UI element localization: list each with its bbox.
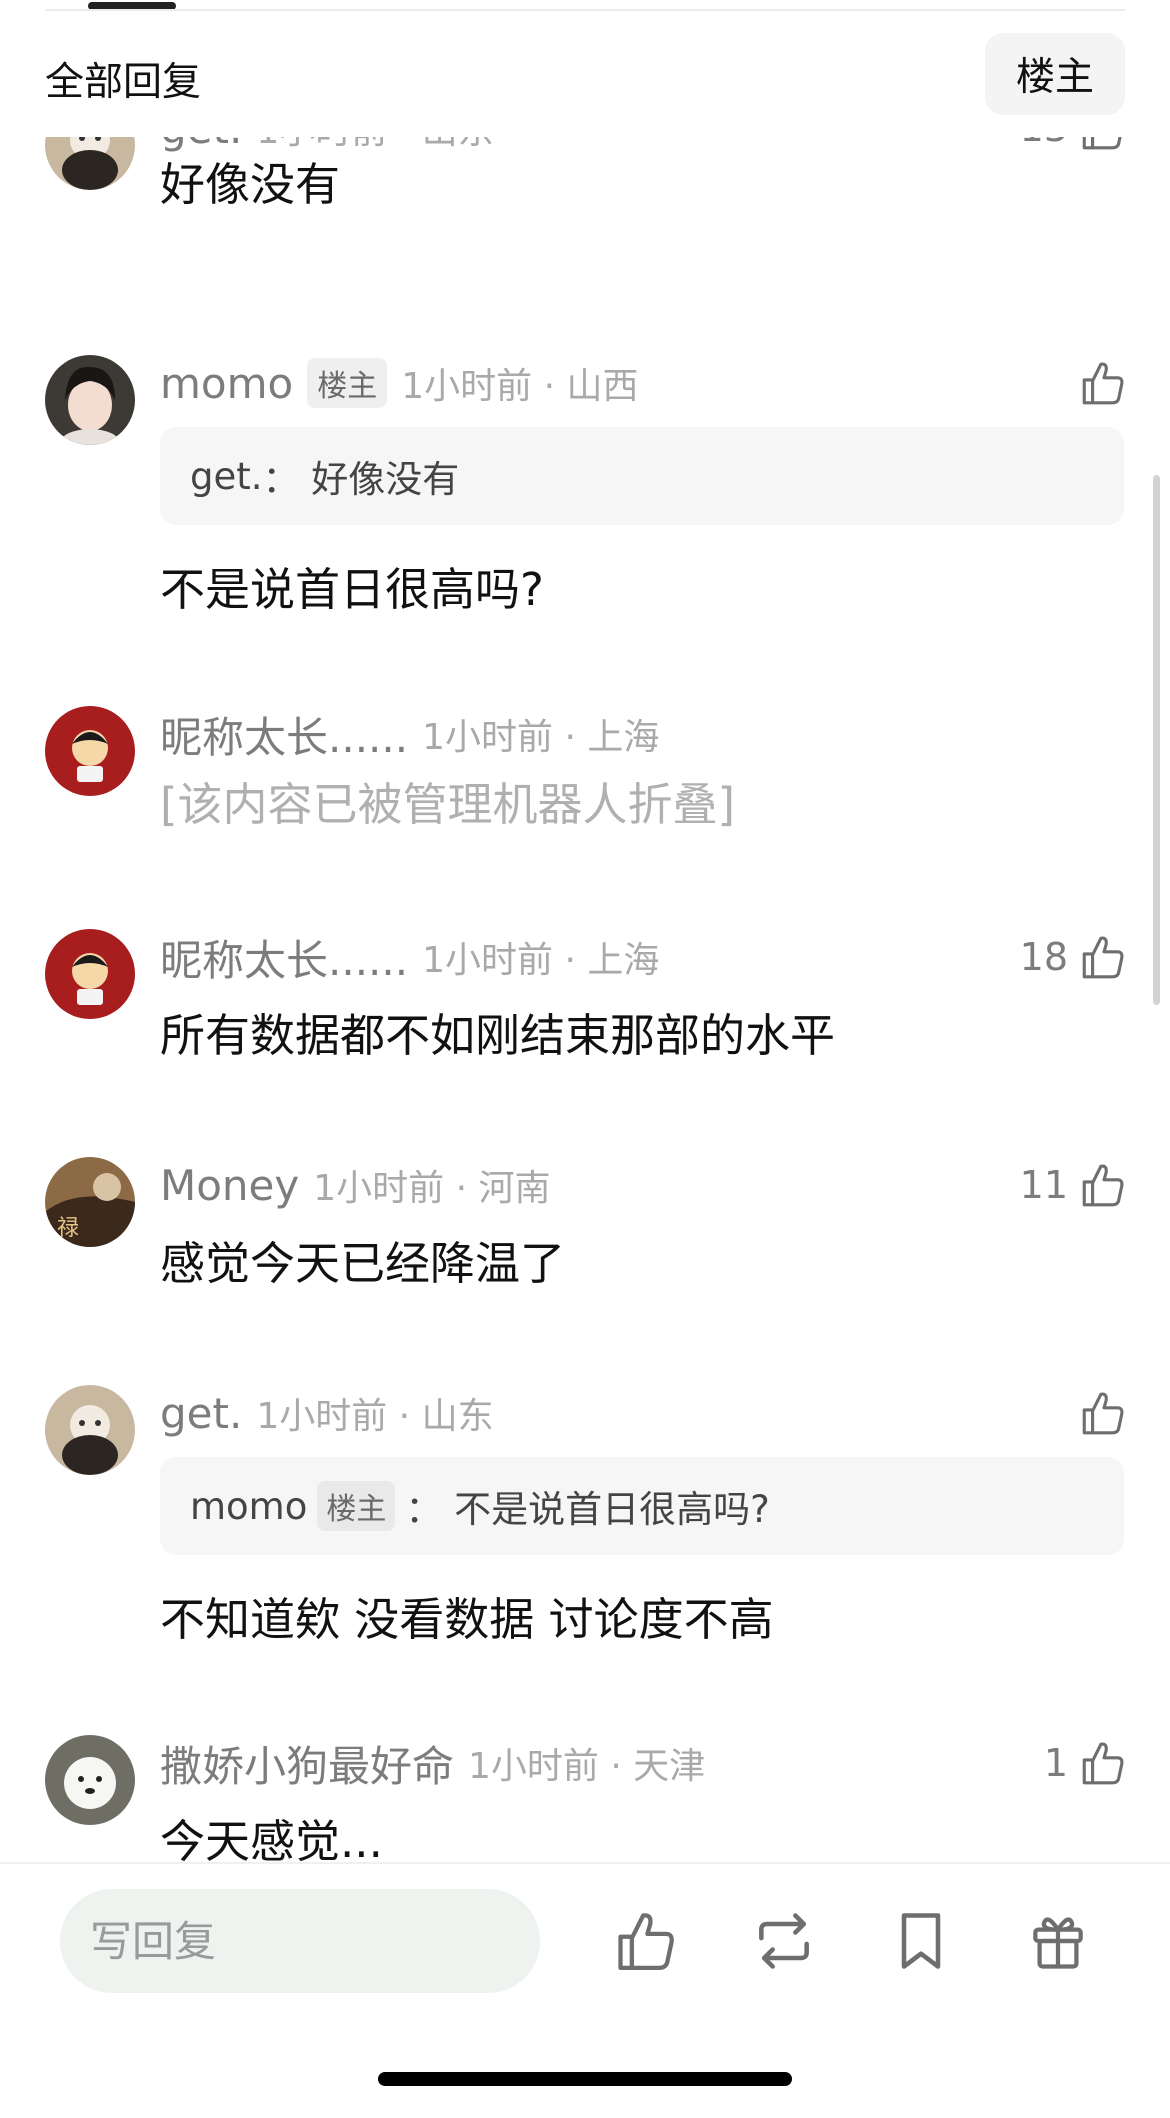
like-button[interactable] [1078,355,1128,411]
comment-meta: 1小时前 · 天津 [468,1746,706,1787]
comment-meta: 1小时前 · 上海 [422,940,660,981]
comment-meta: 1小时前 · 山西 [401,366,639,407]
avatar[interactable]: 禄 [45,1157,135,1247]
comment-meta: 1小时前 · 上海 [422,717,660,758]
comment-text: 感觉今天已经降温了 [160,1237,566,1290]
like-button[interactable]: 11 [1020,1157,1128,1213]
quote-author: get. [190,454,263,498]
like-button[interactable] [1078,1385,1128,1441]
quoted-reply[interactable]: momo 楼主 ： 不是说首日很高吗? [160,1457,1124,1555]
avatar[interactable] [45,355,135,445]
thumbs-up-icon[interactable] [612,1907,680,1975]
op-badge: 楼主 [317,1481,396,1531]
home-indicator[interactable] [378,2072,792,2086]
comment-meta: 1小时前 · 山东 [256,1396,494,1437]
comment-text: 不是说首日很高吗? [160,563,544,616]
like-button[interactable]: 18 [1020,929,1128,985]
quote-text: ： 好像没有 [262,458,460,501]
like-count: 18 [1019,935,1068,979]
comment-text: 今天感觉... [160,1815,383,1862]
like-count: 11 [1019,1163,1068,1207]
reply-input[interactable] [60,1889,540,1993]
like-count: 1 [1043,1741,1068,1785]
like-button[interactable]: 1 [1044,1735,1128,1791]
comment-text: 不知道欸 没看数据 讨论度不高 [160,1593,774,1646]
avatar[interactable] [45,929,135,1019]
op-filter-button[interactable]: 楼主 [985,33,1125,115]
username[interactable]: 昵称太长...... [160,704,408,765]
thumbs-up-icon [1078,358,1128,408]
username[interactable]: 撒娇小狗最好命 [160,1733,454,1794]
avatar[interactable] [45,706,135,796]
username[interactable]: get. [160,1389,242,1438]
page-title: 全部回复 [45,60,202,105]
comment-list[interactable]: get. 1小时前 · 山东 13 好像没有 momo 楼主 1小时前 · 山西… [0,0,1170,1862]
comment-text: 好像没有 [160,158,341,211]
op-badge: 楼主 [307,358,388,408]
username[interactable]: 昵称太长...... [160,927,408,988]
quote-author: momo [190,1484,308,1528]
thumbs-up-icon [1078,1738,1128,1788]
scrollbar[interactable] [1153,475,1160,1005]
replies-header: 全部回复 楼主 [45,33,1125,117]
thumbs-up-icon [1078,1388,1128,1438]
comment-text: 所有数据都不如刚结束那部的水平 [160,1009,836,1062]
quote-text: ： 不是说首日很高吗? [405,1488,770,1531]
thumbs-up-icon [1078,932,1128,982]
folded-notice[interactable]: [该内容已被管理机器人折叠] [160,768,735,833]
thumbs-up-icon [1078,1160,1128,1210]
repost-icon[interactable] [750,1907,818,1975]
bookmark-icon[interactable] [887,1907,955,1975]
username[interactable]: momo [160,359,293,408]
avatar[interactable] [45,1385,135,1475]
avatar[interactable] [45,1735,135,1825]
username[interactable]: Money [160,1161,299,1210]
gift-icon[interactable] [1024,1907,1092,1975]
svg-text:禄: 禄 [57,1216,79,1241]
quoted-reply[interactable]: get. ： 好像没有 [160,427,1124,525]
comment-meta: 1小时前 · 河南 [313,1168,551,1209]
